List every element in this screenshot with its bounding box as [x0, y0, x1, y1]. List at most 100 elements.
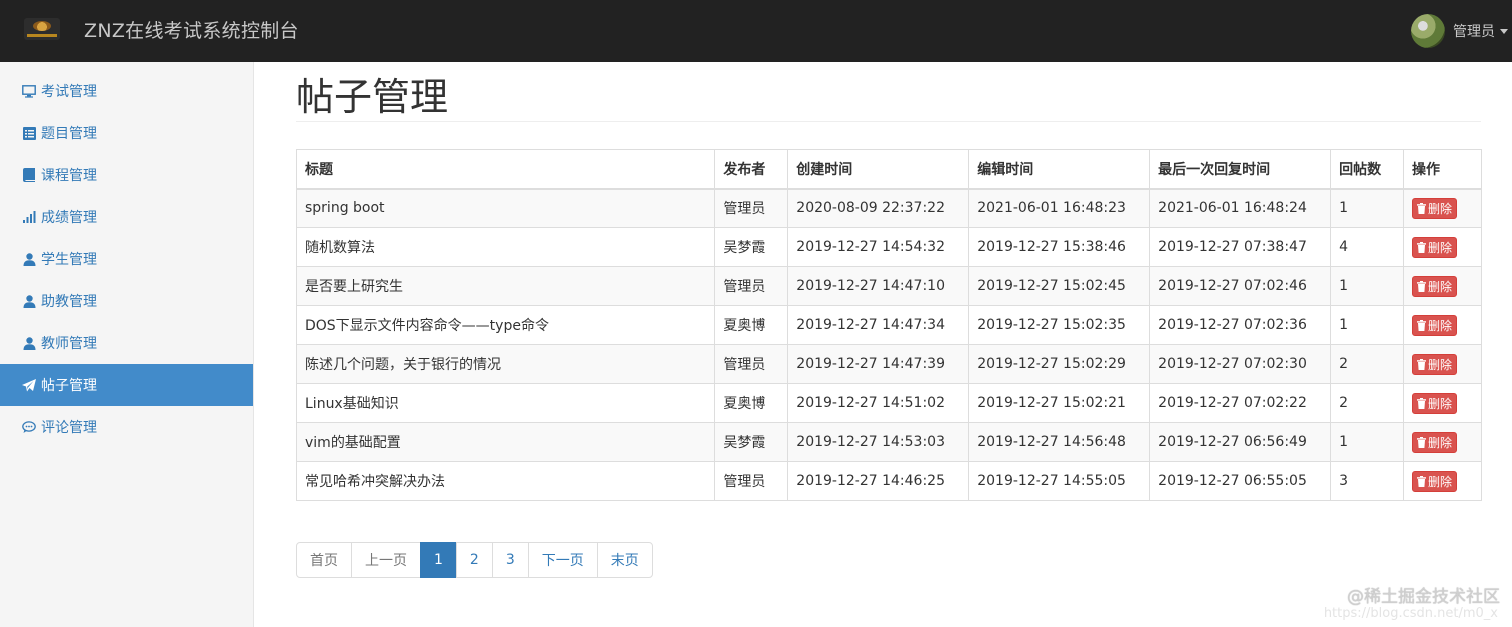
cell-title[interactable]: 常见哈希冲突解决办法 — [295, 461, 716, 501]
delete-button-label: 删除 — [1428, 396, 1453, 411]
sidebar-item-teachers[interactable]: 教师管理 — [0, 322, 253, 364]
cell-edited: 2019-12-27 15:02:45 — [968, 266, 1151, 306]
cell-actions: 删除 — [1403, 227, 1482, 267]
page-title: 帖子管理 — [296, 75, 449, 119]
cell-title[interactable]: 随机数算法 — [295, 227, 716, 267]
sidebar-item-posts[interactable]: 帖子管理 — [0, 364, 253, 406]
cell-edited: 2019-12-27 14:55:05 — [968, 461, 1151, 501]
comment-icon — [21, 420, 37, 434]
delete-button-label: 删除 — [1428, 240, 1453, 255]
sidebar-item-label: 帖子管理 — [41, 378, 97, 394]
column-header-author[interactable]: 发布者 — [714, 149, 789, 190]
monitor-icon — [21, 84, 37, 98]
column-header-last-reply[interactable]: 最后一次回复时间 — [1149, 149, 1332, 190]
table-header-row: 标题 发布者 创建时间 编辑时间 最后一次回复时间 回帖数 操作 — [295, 149, 1482, 190]
watermark: @稀土掘金技术社区 — [1347, 587, 1500, 607]
delete-button-label: 删除 — [1428, 318, 1453, 333]
sidebar-item-comments[interactable]: 评论管理 — [0, 406, 253, 448]
avatar[interactable] — [1411, 14, 1445, 48]
cell-edited: 2019-12-27 15:02:21 — [968, 383, 1151, 423]
table-row: vim的基础配置 吴梦霞 2019-12-27 14:53:03 2019-12-27… — [295, 422, 1482, 462]
cell-replies: 1 — [1330, 266, 1405, 306]
cell-created: 2019-12-27 14:47:10 — [787, 266, 970, 306]
sidebar-item-label: 考试管理 — [41, 84, 97, 100]
cell-last-reply: 2019-12-27 07:38:47 — [1149, 227, 1332, 267]
cell-actions: 删除 — [1403, 344, 1482, 384]
cell-replies: 2 — [1330, 344, 1405, 384]
book-icon — [21, 168, 37, 182]
delete-button[interactable]: 删除 — [1412, 392, 1458, 414]
sidebar-item-students[interactable]: 学生管理 — [0, 238, 253, 280]
delete-button[interactable]: 删除 — [1412, 197, 1458, 219]
user-icon — [21, 336, 37, 350]
table-row: 陈述几个问题，关于银行的情况 管理员 2019-12-27 14:47:39 2019… — [295, 344, 1482, 384]
trash-icon — [1417, 241, 1427, 253]
cell-author: 吴梦霞 — [714, 422, 789, 462]
cell-created: 2019-12-27 14:46:25 — [787, 461, 970, 501]
cell-replies: 1 — [1330, 188, 1405, 228]
sidebar-item-assistants[interactable]: 助教管理 — [0, 280, 253, 322]
user-icon — [21, 294, 37, 308]
delete-button[interactable]: 删除 — [1412, 431, 1458, 453]
cell-created: 2019-12-27 14:47:39 — [787, 344, 970, 384]
delete-button[interactable]: 删除 — [1412, 275, 1458, 297]
column-header-replies[interactable]: 回帖数 — [1330, 149, 1405, 190]
cell-actions: 删除 — [1403, 305, 1482, 345]
trash-icon — [1417, 397, 1427, 409]
cell-last-reply: 2019-12-27 07:02:46 — [1149, 266, 1332, 306]
cell-edited: 2019-12-27 15:02:35 — [968, 305, 1151, 345]
next-page-button[interactable]: 下一页 — [527, 542, 598, 578]
delete-button-label: 删除 — [1428, 279, 1453, 294]
sidebar: 考试管理 题目管理 课程管理 成绩管理 学生管理 助教管理 教师管理 帖子管理 … — [0, 62, 254, 627]
delete-button-label: 删除 — [1428, 474, 1453, 489]
user-menu[interactable]: 管理员 — [1411, 11, 1508, 51]
cell-title[interactable]: vim的基础配置 — [295, 422, 716, 462]
table-row: Linux基础知识 夏奥博 2019-12-27 14:51:02 2019-12-2… — [295, 383, 1482, 423]
cell-last-reply: 2019-12-27 07:02:36 — [1149, 305, 1332, 345]
sidebar-item-questions[interactable]: 题目管理 — [0, 112, 253, 154]
sidebar-item-courses[interactable]: 课程管理 — [0, 154, 253, 196]
delete-button[interactable]: 删除 — [1412, 353, 1458, 375]
top-navbar: ZNZ在线考试系统控制台 管理员 — [0, 0, 1512, 62]
page-button-3[interactable]: 3 — [491, 542, 529, 578]
page-button-1[interactable]: 1 — [420, 542, 457, 578]
delete-button-label: 删除 — [1428, 435, 1453, 450]
sidebar-item-exam[interactable]: 考试管理 — [0, 70, 253, 112]
table-row: 随机数算法 吴梦霞 2019-12-27 14:54:32 2019-12-27 15… — [295, 227, 1482, 267]
cell-edited: 2021-06-01 16:48:23 — [968, 188, 1151, 228]
app-title[interactable]: ZNZ在线考试系统控制台 — [84, 16, 299, 43]
brand-logo[interactable] — [24, 18, 60, 40]
cell-edited: 2019-12-27 14:56:48 — [968, 422, 1151, 462]
cell-created: 2019-12-27 14:47:34 — [787, 305, 970, 345]
cell-actions: 删除 — [1403, 461, 1482, 501]
sidebar-item-label: 学生管理 — [41, 252, 97, 268]
delete-button[interactable]: 删除 — [1412, 236, 1458, 258]
page-button-2[interactable]: 2 — [455, 542, 493, 578]
cell-replies: 1 — [1330, 305, 1405, 345]
cell-created: 2019-12-27 14:54:32 — [787, 227, 970, 267]
cell-title[interactable]: spring boot — [295, 188, 716, 228]
delete-button[interactable]: 删除 — [1412, 314, 1458, 336]
column-header-actions: 操作 — [1403, 149, 1482, 190]
sidebar-item-grades[interactable]: 成绩管理 — [0, 196, 253, 238]
trash-icon — [1417, 202, 1427, 214]
cell-title[interactable]: 是否要上研究生 — [295, 266, 716, 306]
trash-icon — [1417, 358, 1427, 370]
prev-page-button[interactable]: 上一页 — [351, 542, 421, 578]
cell-title[interactable]: Linux基础知识 — [295, 383, 716, 423]
cell-title[interactable]: 陈述几个问题，关于银行的情况 — [295, 344, 716, 384]
column-header-edited[interactable]: 编辑时间 — [968, 149, 1151, 190]
last-page-button[interactable]: 末页 — [596, 542, 653, 578]
column-header-created[interactable]: 创建时间 — [787, 149, 970, 190]
delete-button[interactable]: 删除 — [1412, 470, 1458, 492]
cell-title[interactable]: DOS下显示文件内容命令——type命令 — [295, 305, 716, 345]
cell-last-reply: 2021-06-01 16:48:24 — [1149, 188, 1332, 228]
first-page-button[interactable]: 首页 — [296, 542, 352, 578]
send-icon — [21, 378, 37, 392]
title-divider — [296, 121, 1481, 122]
table-row: 是否要上研究生 管理员 2019-12-27 14:47:10 2019-12-27 … — [295, 266, 1482, 306]
column-header-title[interactable]: 标题 — [295, 149, 716, 190]
cell-edited: 2019-12-27 15:38:46 — [968, 227, 1151, 267]
sidebar-item-label: 评论管理 — [41, 420, 97, 436]
chevron-down-icon — [1500, 28, 1508, 34]
